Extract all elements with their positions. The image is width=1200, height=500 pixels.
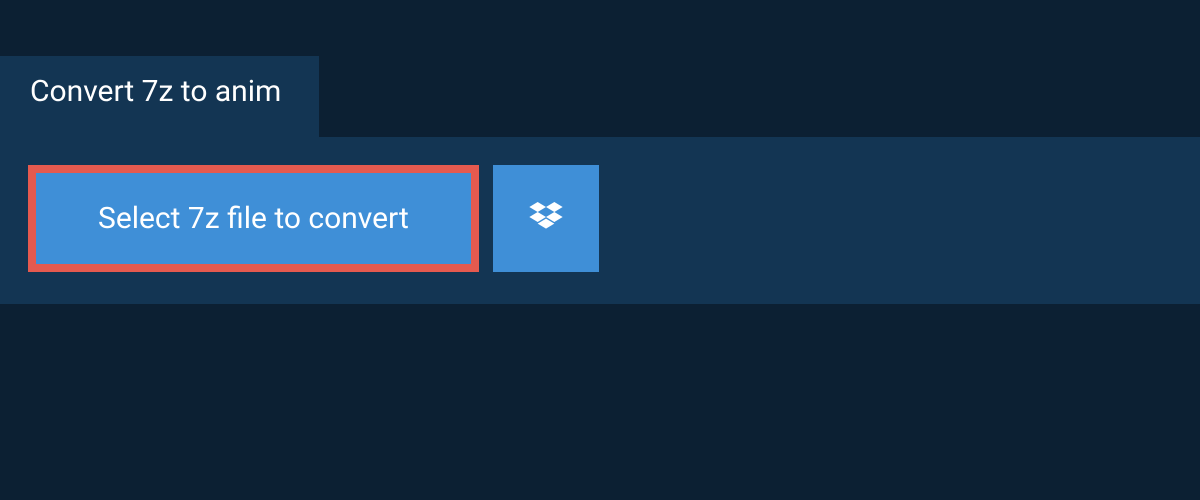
select-file-label: Select 7z file to convert — [98, 201, 409, 236]
page-title-tab: Convert 7z to anim — [0, 56, 319, 137]
dropbox-icon — [526, 197, 566, 241]
dropbox-button[interactable] — [493, 165, 599, 272]
upload-panel: Select 7z file to convert — [0, 137, 1200, 304]
button-row: Select 7z file to convert — [28, 165, 1172, 272]
tab-strip: Convert 7z to anim — [0, 0, 1200, 137]
select-file-button[interactable]: Select 7z file to convert — [28, 165, 479, 272]
page-title: Convert 7z to anim — [30, 74, 281, 109]
